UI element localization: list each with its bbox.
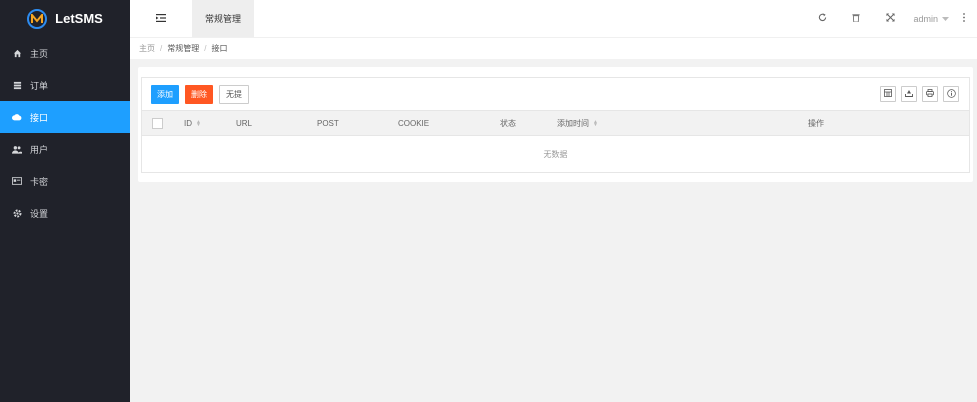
sort-icon[interactable]: ▲ ▼ — [593, 119, 598, 127]
letsms-logo-icon — [27, 8, 48, 29]
gear-icon — [12, 208, 22, 218]
logo-text: LetSMS — [55, 11, 103, 26]
breadcrumb-general[interactable]: 常规管理 — [167, 43, 199, 54]
sidebar-item-cards[interactable]: 卡密 — [0, 165, 130, 197]
top-header: 常规管理 admin — [130, 0, 977, 37]
more-button[interactable] — [957, 0, 971, 37]
refresh-icon — [818, 13, 827, 24]
sidebar-toggle-button[interactable] — [130, 0, 192, 37]
table-toolbar: 添加 删除 无提 — [142, 78, 969, 111]
sidebar-item-label: 用户 — [30, 144, 49, 155]
users-icon — [12, 144, 22, 154]
add-button[interactable]: 添加 — [151, 84, 179, 104]
breadcrumb: 主页 / 常规管理 / 接口 — [130, 37, 977, 59]
sort-icon[interactable]: ▲ ▼ — [196, 119, 201, 127]
table-header: ID ▲ ▼ URL POST COOKIE 状态 添加时间 ▲ ▼ 操作 — [142, 111, 969, 136]
column-label: URL — [236, 119, 253, 128]
sidebar-item-home[interactable]: 主页 — [0, 37, 130, 69]
export-icon — [905, 89, 913, 99]
columns-filter-button[interactable] — [880, 86, 896, 102]
logo[interactable]: LetSMS — [0, 0, 130, 37]
empty-state: 无数据 — [543, 149, 568, 159]
column-label: COOKIE — [398, 119, 430, 128]
fullscreen-icon — [886, 13, 895, 24]
export-button[interactable] — [901, 86, 917, 102]
column-label: 状态 — [500, 119, 516, 128]
table-tools — [880, 86, 969, 102]
sidebar-item-users[interactable]: 用户 — [0, 133, 130, 165]
list-icon — [12, 80, 22, 90]
print-icon — [926, 89, 934, 99]
sidebar-item-label: 订单 — [30, 80, 49, 91]
sidebar-item-label: 主页 — [30, 48, 49, 59]
clear-cache-button[interactable] — [839, 0, 873, 37]
content-card: 添加 删除 无提 ID ▲ ▼ URL POST COOKIE 状态 添加时间 … — [138, 67, 973, 182]
user-menu[interactable]: admin — [907, 14, 957, 24]
cloud-icon — [12, 112, 22, 122]
card-icon — [12, 176, 22, 186]
column-created-time[interactable]: 添加时间 ▲ ▼ — [557, 111, 598, 136]
sidebar-item-label: 接口 — [30, 112, 49, 123]
info-icon — [946, 88, 956, 100]
fullscreen-button[interactable] — [873, 0, 907, 37]
breadcrumb-home[interactable]: 主页 — [139, 43, 155, 54]
column-label: ID — [184, 119, 192, 128]
column-id[interactable]: ID ▲ ▼ — [184, 111, 201, 136]
more-vertical-icon — [963, 13, 965, 24]
columns-icon — [884, 89, 892, 99]
info-button[interactable] — [943, 86, 959, 102]
column-url: URL — [236, 111, 252, 136]
print-button[interactable] — [922, 86, 938, 102]
sidebar: LetSMS 主页 订单 接口 用户 卡密 设置 — [0, 0, 130, 402]
column-cookie: COOKIE — [398, 111, 429, 136]
sidebar-item-settings[interactable]: 设置 — [0, 197, 130, 229]
column-status: 状态 — [500, 111, 516, 136]
sidebar-item-orders[interactable]: 订单 — [0, 69, 130, 101]
sidebar-item-api[interactable]: 接口 — [0, 101, 130, 133]
column-actions: 操作 — [808, 111, 824, 136]
sidebar-item-label: 卡密 — [30, 176, 49, 187]
username: admin — [913, 13, 938, 24]
delete-button[interactable]: 删除 — [185, 84, 213, 104]
breadcrumb-separator: / — [160, 44, 163, 53]
breadcrumb-current: 接口 — [211, 44, 228, 53]
column-label: 操作 — [808, 119, 824, 128]
column-post: POST — [317, 111, 339, 136]
checkbox[interactable] — [152, 118, 163, 129]
none-button[interactable]: 无提 — [219, 84, 249, 104]
select-all-checkbox[interactable] — [152, 111, 163, 136]
column-label: 添加时间 — [557, 119, 589, 128]
refresh-button[interactable] — [805, 0, 839, 37]
home-icon — [12, 48, 22, 58]
column-label: POST — [317, 119, 339, 128]
breadcrumb-separator: / — [204, 44, 207, 53]
sidebar-item-label: 设置 — [30, 208, 49, 219]
data-table: 添加 删除 无提 ID ▲ ▼ URL POST COOKIE 状态 添加时间 … — [141, 77, 970, 173]
indent-icon — [156, 13, 166, 24]
chevron-down-icon — [942, 14, 949, 24]
trash-icon — [852, 13, 861, 24]
tab-general-management[interactable]: 常规管理 — [192, 0, 255, 37]
